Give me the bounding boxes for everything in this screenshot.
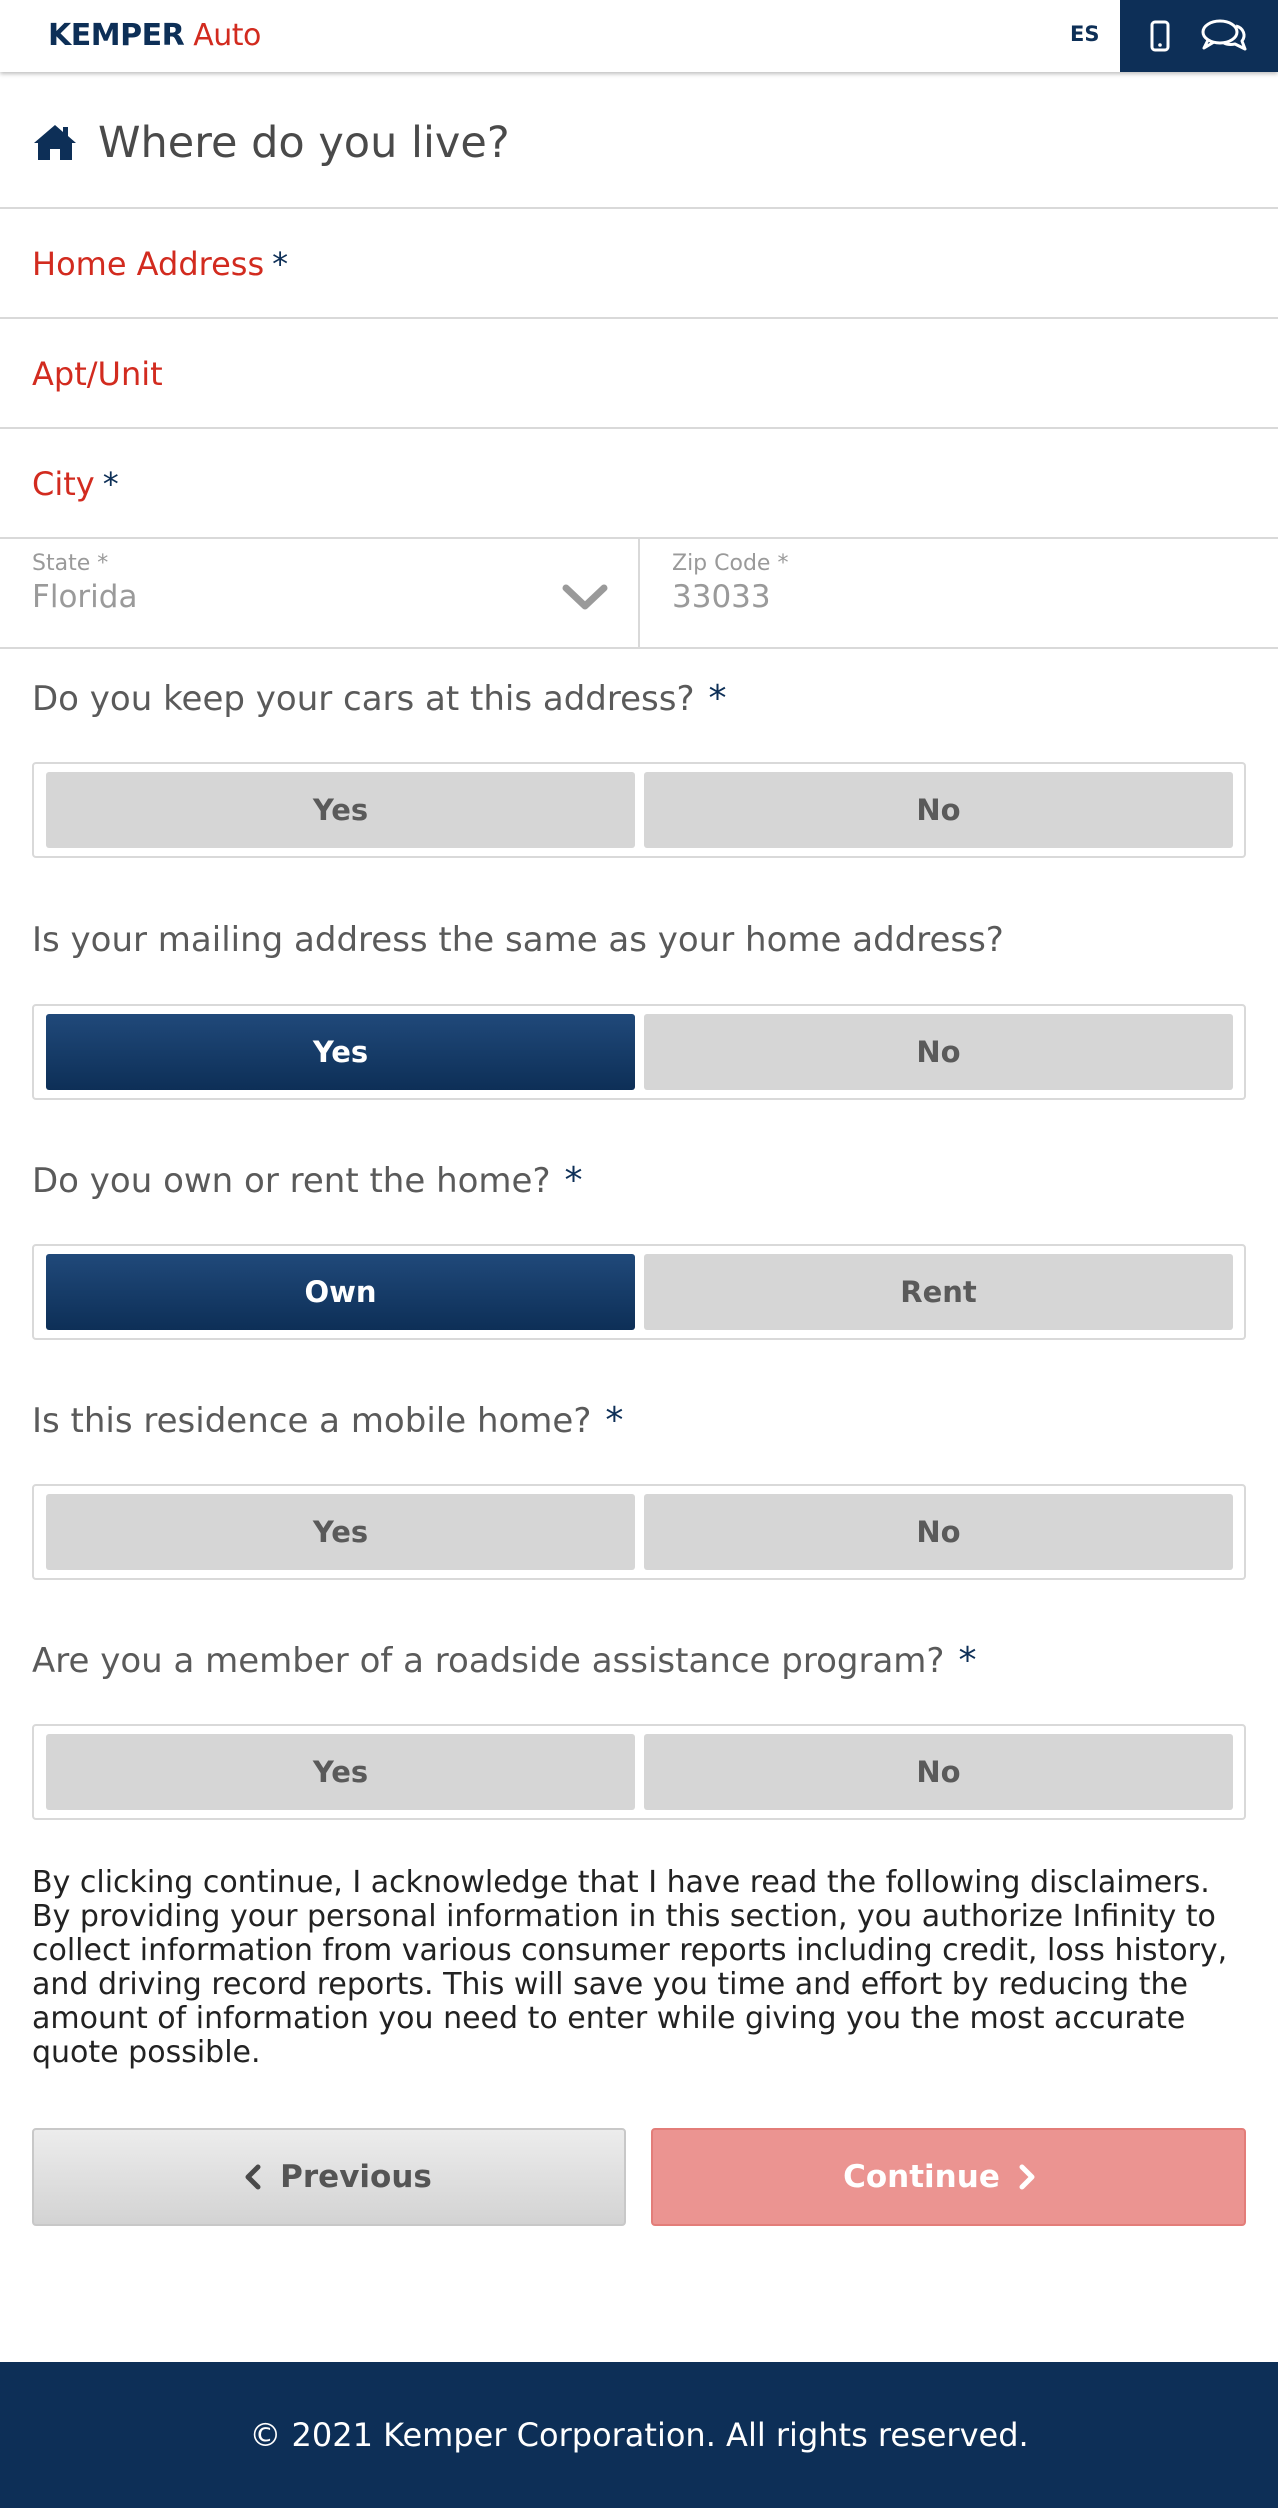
chevron-left-icon bbox=[245, 2164, 261, 2190]
roadside-no-button[interactable]: No bbox=[644, 1734, 1233, 1810]
roadside-yes-button[interactable]: Yes bbox=[46, 1734, 635, 1810]
home-address-field[interactable]: Home Address * bbox=[0, 209, 1278, 319]
chevron-down-icon[interactable] bbox=[562, 582, 608, 612]
state-select[interactable]: State * Florida bbox=[0, 539, 638, 649]
mobile-phone-icon[interactable] bbox=[1150, 20, 1170, 52]
language-toggle[interactable]: ES bbox=[1070, 22, 1099, 46]
app-header: KEMPER Auto ES bbox=[0, 0, 1278, 72]
logo-brand-primary: KEMPER bbox=[48, 18, 185, 53]
continue-label: Continue bbox=[843, 2159, 1000, 2195]
continue-button[interactable]: Continue bbox=[651, 2128, 1246, 2226]
own-button[interactable]: Own bbox=[46, 1254, 635, 1330]
mailing-address-yes-button[interactable]: Yes bbox=[46, 1014, 635, 1090]
mailing-address-no-button[interactable]: No bbox=[644, 1014, 1233, 1090]
previous-button[interactable]: Previous bbox=[32, 2128, 626, 2226]
question-mailing-address: Is your mailing address the same as your… bbox=[32, 920, 1004, 960]
zip-code-value: 33033 bbox=[672, 579, 771, 615]
chat-bubbles-icon[interactable] bbox=[1200, 18, 1248, 54]
apt-unit-field[interactable]: Apt/Unit bbox=[0, 319, 1278, 429]
kemper-auto-logo[interactable]: KEMPER Auto bbox=[48, 18, 261, 53]
mobile-home-no-button[interactable]: No bbox=[644, 1494, 1233, 1570]
state-value: Florida bbox=[32, 579, 138, 615]
city-label: City * bbox=[32, 465, 119, 503]
question-keep-cars: Do you keep your cars at this address? * bbox=[32, 678, 727, 719]
disclaimer-text: By clicking continue, I acknowledge that… bbox=[32, 1865, 1228, 2070]
question-mobile-home: Is this residence a mobile home? * bbox=[32, 1400, 624, 1441]
own-rent-toggle: Own Rent bbox=[32, 1244, 1246, 1340]
rent-button[interactable]: Rent bbox=[644, 1254, 1233, 1330]
page-footer: © 2021 Kemper Corporation. All rights re… bbox=[0, 2362, 1278, 2508]
keep-cars-yes-button[interactable]: Yes bbox=[46, 772, 635, 848]
roadside-assistance-toggle: Yes No bbox=[32, 1724, 1246, 1820]
chevron-right-icon bbox=[1019, 2164, 1035, 2190]
state-label: State * bbox=[32, 551, 109, 576]
logo-brand-secondary: Auto bbox=[193, 18, 261, 53]
home-icon bbox=[34, 125, 76, 160]
page-title: Where do you live? bbox=[98, 118, 510, 168]
contact-panel bbox=[1120, 0, 1278, 72]
home-address-label: Home Address * bbox=[32, 245, 289, 283]
zip-code-field[interactable]: Zip Code * 33033 bbox=[640, 539, 1278, 649]
keep-cars-toggle: Yes No bbox=[32, 762, 1246, 858]
mailing-address-toggle: Yes No bbox=[32, 1004, 1246, 1100]
question-own-rent: Do you own or rent the home? * bbox=[32, 1160, 583, 1201]
keep-cars-no-button[interactable]: No bbox=[644, 772, 1233, 848]
copyright-text: © 2021 Kemper Corporation. All rights re… bbox=[249, 2416, 1029, 2454]
state-zip-row: State * Florida Zip Code * 33033 bbox=[0, 539, 1278, 649]
city-field[interactable]: City * bbox=[0, 429, 1278, 539]
question-roadside-assistance: Are you a member of a roadside assistanc… bbox=[32, 1640, 977, 1681]
mobile-home-yes-button[interactable]: Yes bbox=[46, 1494, 635, 1570]
previous-label: Previous bbox=[280, 2159, 432, 2195]
page-header: Where do you live? bbox=[0, 72, 1278, 209]
mobile-home-toggle: Yes No bbox=[32, 1484, 1246, 1580]
apt-unit-label: Apt/Unit bbox=[32, 355, 163, 393]
zip-code-label: Zip Code * bbox=[672, 551, 789, 576]
